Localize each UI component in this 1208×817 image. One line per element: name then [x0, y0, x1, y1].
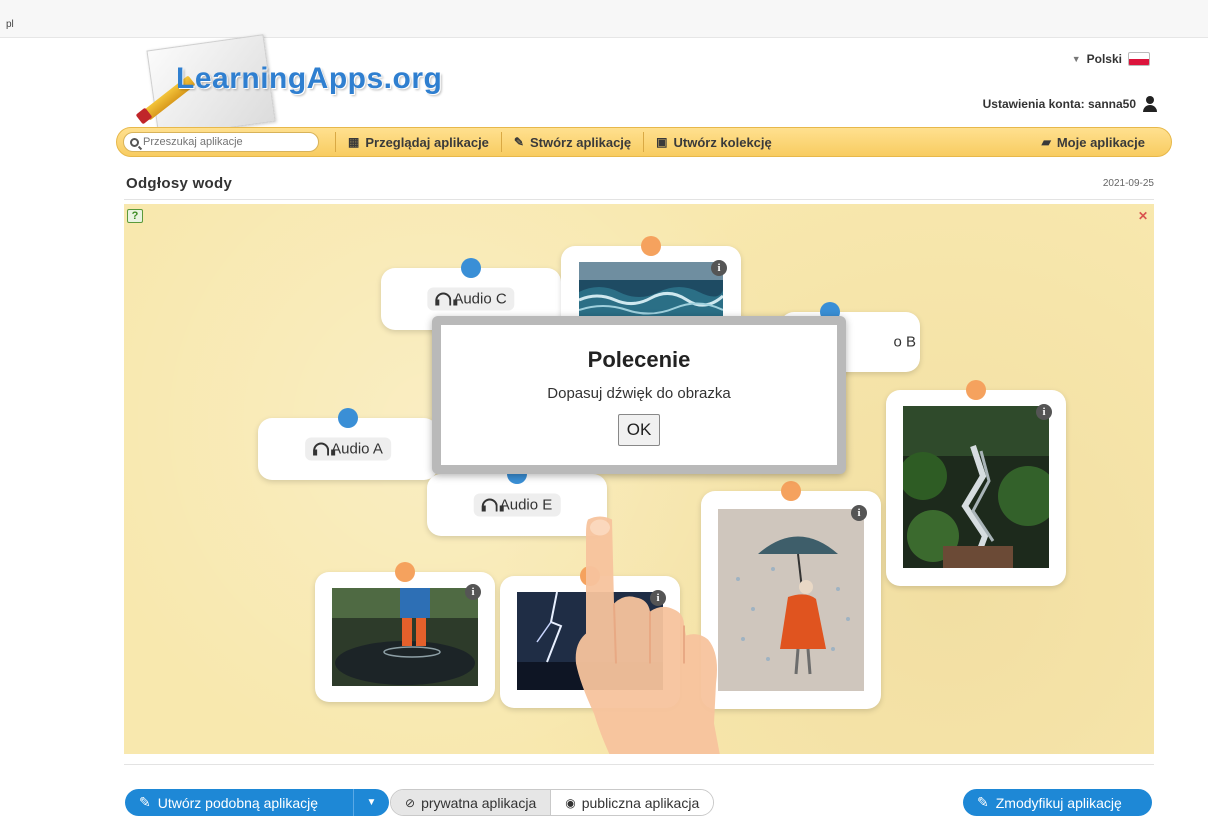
nav-create-app-label: Stwórz aplikację [529, 134, 632, 150]
info-icon[interactable]: i [465, 584, 481, 600]
audio-label: Audio A [331, 440, 383, 458]
nav-create-app[interactable]: ✎ Stwórz aplikację [500, 132, 643, 152]
nav-my-apps[interactable]: ▰ Moje aplikacje [1030, 132, 1157, 152]
search-icon [130, 137, 139, 147]
headphone-icon [435, 292, 458, 306]
pencil-icon: ✎ [513, 135, 524, 149]
nav-create-collection[interactable]: ▣ Utwórz kolekcję [643, 132, 784, 152]
eye-slash-icon: ⊘ [405, 795, 416, 810]
audio-button[interactable]: Audio C [427, 287, 515, 311]
pin-dot [461, 258, 481, 278]
dialog-title: Polecenie [587, 347, 691, 372]
eye-icon: ◉ [565, 795, 576, 810]
logo-text: LearningApps.org [176, 62, 443, 95]
audio-button[interactable]: o B [885, 331, 924, 354]
account-label: Ustawienia konta: sanna50 [982, 97, 1136, 111]
pin-dot [966, 380, 986, 400]
user-icon [1142, 96, 1158, 112]
language-selector[interactable]: ▼ Polski [1072, 52, 1150, 66]
public-app-option[interactable]: ◉ publiczna aplikacja [550, 790, 714, 815]
search-input[interactable] [143, 136, 303, 148]
boots-in-puddle-photo [332, 588, 478, 686]
audio-button[interactable]: Audio A [305, 437, 391, 461]
create-similar-label: Utwórz podobną aplikację [157, 794, 319, 811]
info-icon[interactable]: i [1036, 404, 1052, 420]
folder-icon: ▰ [1041, 135, 1051, 149]
help-icon[interactable]: ? [127, 209, 143, 223]
app-date: 2021-09-25 [1102, 178, 1154, 189]
image-card-boots[interactable]: i [315, 562, 495, 702]
divider [124, 764, 1154, 765]
pointing-hand-hint [575, 516, 720, 754]
nav-create-collection-label: Utwórz kolekcję [673, 134, 772, 150]
audio-card-a[interactable]: Audio A [258, 408, 438, 480]
url-fragment: pl [6, 19, 14, 30]
collection-icon: ▣ [656, 135, 668, 149]
audio-label: Audio E [499, 496, 553, 514]
create-similar-app-button[interactable]: ✎ Utwórz podobną aplikację ▼ [125, 789, 389, 816]
info-icon[interactable]: i [711, 260, 727, 276]
browser-strip: pl [0, 0, 1208, 38]
divider [124, 199, 1154, 200]
app-title: Odgłosy wody [126, 175, 233, 192]
site-logo[interactable]: LearningApps.org [132, 34, 472, 138]
modify-app-button[interactable]: ✎ Zmodyfikuj aplikację [963, 789, 1152, 816]
pin-dot [395, 562, 415, 582]
audio-label: Audio C [453, 290, 507, 308]
audio-label: o B [893, 333, 916, 351]
pencil-icon: ✎ [977, 794, 989, 810]
language-label: Polski [1086, 52, 1122, 66]
dropdown-caret-icon[interactable]: ▼ [353, 789, 389, 816]
instruction-dialog: Polecenie Dopasuj dźwięk do obrazka OK [432, 316, 846, 474]
info-icon[interactable]: i [851, 505, 867, 521]
account-settings-link[interactable]: Ustawienia konta: sanna50 [983, 96, 1158, 112]
pin-dot [781, 481, 801, 501]
search-box[interactable] [123, 132, 319, 152]
pin-dot [338, 408, 358, 428]
main-navbar: ▦ Przeglądaj aplikacje ✎ Stwórz aplikacj… [116, 127, 1172, 157]
public-label: publiczna aplikacja [581, 794, 700, 811]
forest-waterfall-photo [903, 406, 1049, 568]
poland-flag-icon [1128, 52, 1150, 66]
image-card-waterfall[interactable]: i [886, 380, 1066, 586]
audio-button[interactable]: Audio E [473, 493, 561, 517]
dialog-text: Dopasuj dźwięk do obrazka [547, 385, 731, 402]
headphone-icon [481, 498, 504, 512]
instruction-dialog-body: Polecenie Dopasuj dźwięk do obrazka OK [441, 325, 837, 465]
nav-my-apps-label: Moje aplikacje [1056, 134, 1145, 150]
app-board: ? ✕ Audio C o B i Audio A Audio E i i i … [124, 204, 1154, 754]
nav-browse-apps[interactable]: ▦ Przeglądaj aplikacje [335, 132, 501, 152]
caret-down-icon: ▼ [1071, 54, 1081, 64]
girl-umbrella-rain-illustration [718, 509, 864, 691]
modify-label: Zmodyfikuj aplikację [995, 794, 1122, 811]
fullscreen-icon[interactable]: ✕ [1138, 210, 1150, 222]
ok-button[interactable]: OK [617, 414, 661, 446]
nav-browse-apps-label: Przeglądaj aplikacje [365, 134, 489, 150]
headphone-icon [313, 442, 336, 456]
private-app-option[interactable]: ⊘ prywatna aplikacja [391, 790, 551, 815]
edit-square-icon: ✎ [139, 794, 151, 810]
pin-dot [641, 236, 661, 256]
visibility-toggle: ⊘ prywatna aplikacja ◉ publiczna aplikac… [390, 789, 715, 816]
private-label: prywatna aplikacja [421, 794, 537, 811]
grid-icon: ▦ [348, 135, 360, 149]
